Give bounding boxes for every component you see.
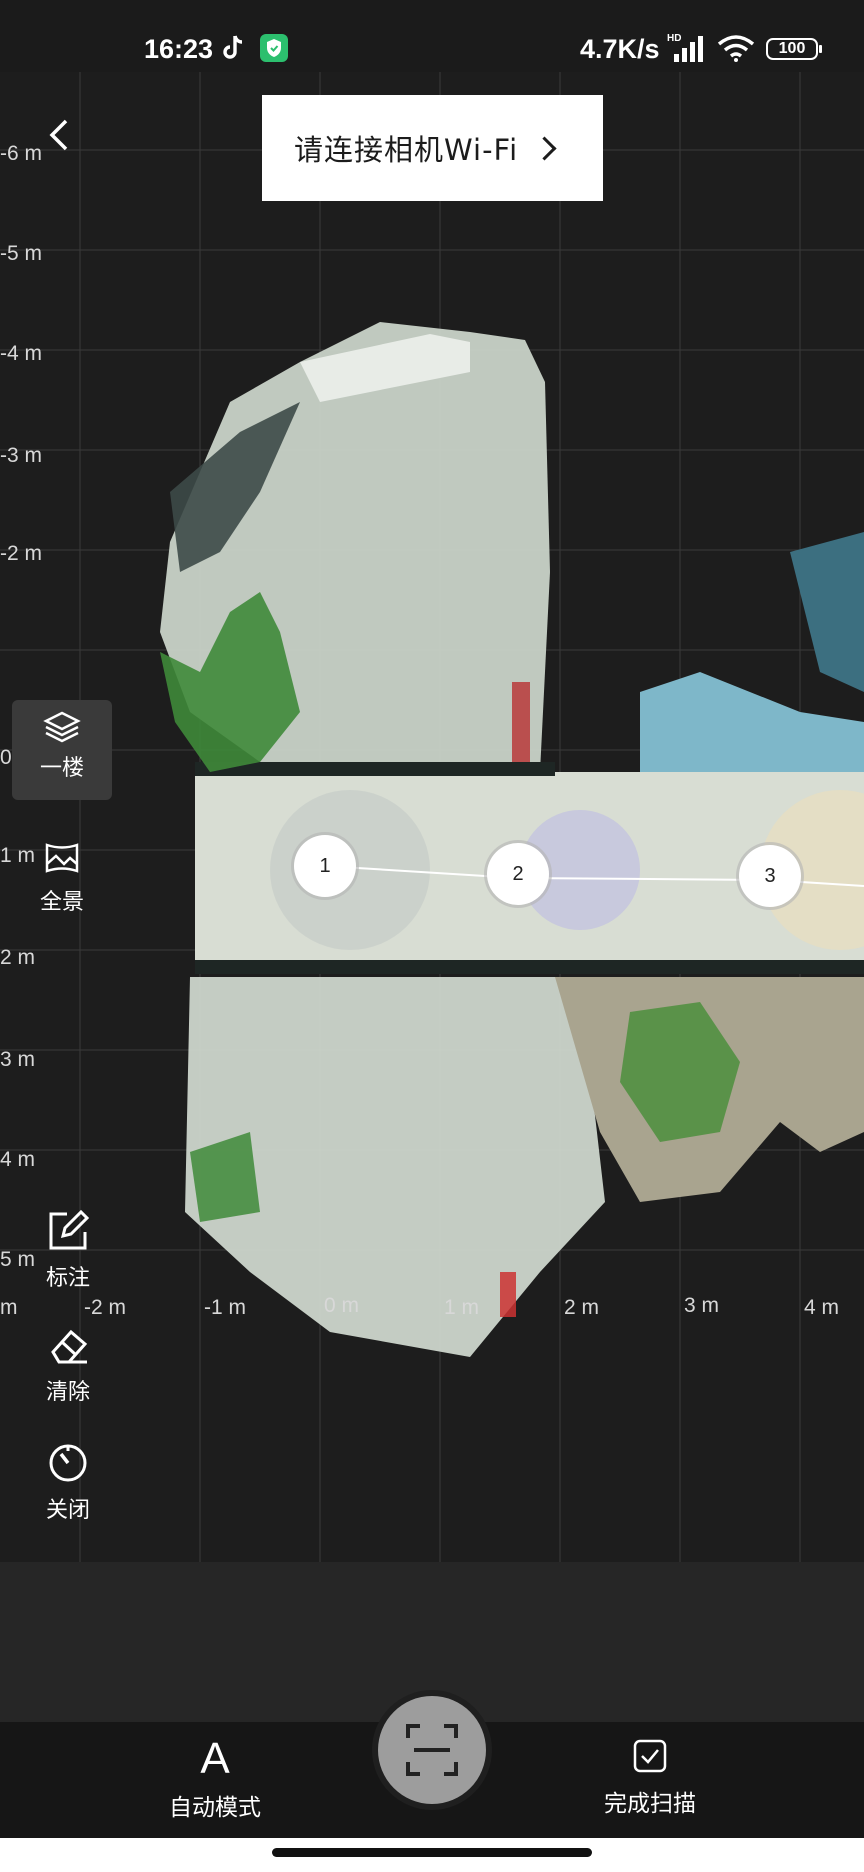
tiktok-icon bbox=[223, 35, 243, 59]
chevron-right-icon bbox=[532, 135, 557, 161]
scan-button[interactable] bbox=[378, 1696, 486, 1804]
clear-label: 清除 bbox=[45, 1380, 90, 1405]
auto-mode-label: 自动模式 bbox=[169, 1795, 261, 1821]
y-axis-label: -4 m bbox=[0, 342, 42, 365]
y-axis-label: -6 m bbox=[0, 142, 42, 165]
x-axis-label: 1 m bbox=[444, 1296, 480, 1319]
y-axis-label: 3 m bbox=[0, 1048, 36, 1071]
x-axis-label: 0 m bbox=[324, 1294, 360, 1317]
auto-mode-button[interactable]: A 自动模式 bbox=[160, 1736, 270, 1822]
y-axis-label: 2 m bbox=[0, 946, 36, 969]
scan-map[interactable]: -6 m -5 m -4 m -3 m -2 m 0 m 1 m 2 m 3 m… bbox=[0, 72, 864, 1562]
close-button[interactable]: 关闭 bbox=[18, 1442, 118, 1524]
clear-button[interactable]: 清除 bbox=[18, 1328, 118, 1406]
home-indicator[interactable] bbox=[272, 1848, 592, 1857]
close-label: 关闭 bbox=[45, 1498, 90, 1523]
point-cloud-scan bbox=[160, 322, 864, 1357]
y-axis-label: -3 m bbox=[0, 444, 42, 467]
panorama-icon bbox=[45, 843, 79, 873]
x-axis-label: 2 m bbox=[564, 1296, 600, 1319]
scan-frame-icon bbox=[406, 1724, 458, 1776]
timer-icon bbox=[49, 1444, 87, 1482]
floor-selector-button[interactable]: 一楼 bbox=[12, 700, 112, 800]
status-time: 16:23 bbox=[144, 34, 214, 64]
x-axis-label: 3 m bbox=[684, 1294, 720, 1317]
panorama-label: 全景 bbox=[39, 890, 84, 915]
annotate-button[interactable]: 标注 bbox=[18, 1209, 118, 1292]
x-axis-label: 4 m bbox=[804, 1296, 840, 1319]
wifi-icon bbox=[717, 35, 755, 62]
x-axis-label: m bbox=[0, 1296, 18, 1319]
panorama-button[interactable]: 全景 bbox=[12, 840, 112, 916]
y-axis-label: -5 m bbox=[0, 242, 42, 265]
wifi-banner-text: 请连接相机Wi-Fi bbox=[294, 133, 519, 167]
waypoint-marker[interactable]: 2 bbox=[487, 843, 549, 905]
auto-mode-icon: A bbox=[200, 1734, 230, 1783]
floor-label: 一楼 bbox=[39, 756, 84, 781]
layers-icon bbox=[43, 711, 81, 743]
x-axis-label: -1 m bbox=[204, 1296, 246, 1319]
edit-icon bbox=[49, 1209, 90, 1250]
eraser-icon bbox=[51, 1329, 88, 1364]
x-axis-label: -2 m bbox=[84, 1296, 126, 1319]
status-bar: 16:23 4.7K/s HD 100 bbox=[0, 0, 864, 72]
waypoint-marker[interactable]: 1 bbox=[294, 835, 356, 897]
waypoint-marker[interactable]: 3 bbox=[739, 845, 801, 907]
finish-scan-label: 完成扫描 bbox=[604, 1791, 696, 1817]
map-grid bbox=[0, 72, 864, 1562]
finish-scan-button[interactable]: 完成扫描 bbox=[590, 1738, 710, 1818]
back-arrow-icon[interactable] bbox=[40, 115, 80, 155]
y-axis-label: -2 m bbox=[0, 542, 42, 565]
signal-icon bbox=[674, 36, 703, 62]
annotate-label: 标注 bbox=[45, 1266, 90, 1291]
connect-camera-wifi-banner[interactable]: 请连接相机Wi-Fi bbox=[262, 95, 603, 201]
network-speed: 4.7K/s bbox=[580, 34, 660, 64]
checkbox-icon bbox=[633, 1739, 667, 1773]
y-axis-label: 4 m bbox=[0, 1148, 36, 1171]
battery-indicator: 100 bbox=[766, 38, 822, 60]
security-shield-icon bbox=[260, 34, 288, 62]
